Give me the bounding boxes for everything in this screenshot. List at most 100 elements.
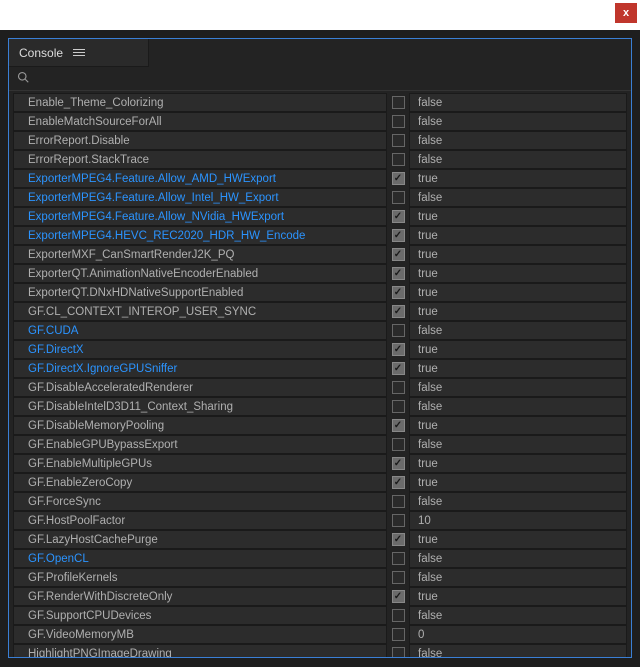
property-name[interactable]: ExporterMPEG4.Feature.Allow_Intel_HW_Exp… [13, 188, 387, 207]
property-name[interactable]: ExporterMPEG4.Feature.Allow_NVidia_HWExp… [13, 207, 387, 226]
property-name[interactable]: GF.SupportCPUDevices [13, 606, 387, 625]
property-name[interactable]: GF.DirectX.IgnoreGPUSniffer [13, 359, 387, 378]
property-checkbox[interactable] [392, 533, 405, 546]
property-checkbox[interactable] [392, 362, 405, 375]
property-value[interactable]: true [409, 264, 627, 283]
property-name[interactable]: GF.CL_CONTEXT_INTEROP_USER_SYNC [13, 302, 387, 321]
property-checkbox[interactable] [392, 476, 405, 489]
property-checkbox[interactable] [392, 305, 405, 318]
property-checkbox[interactable] [392, 267, 405, 280]
property-checkbox[interactable] [392, 628, 405, 641]
property-checkbox[interactable] [392, 590, 405, 603]
property-name[interactable]: ExporterMPEG4.Feature.Allow_AMD_HWExport [13, 169, 387, 188]
property-checkbox[interactable] [392, 191, 405, 204]
search-input[interactable] [35, 72, 623, 86]
property-name[interactable]: GF.EnableMultipleGPUs [13, 454, 387, 473]
table-row: GF.HostPoolFactor 10 [13, 511, 627, 530]
table-row: ExporterQT.DNxHDNativeSupportEnabled true [13, 283, 627, 302]
property-checkbox[interactable] [392, 419, 405, 432]
property-value[interactable]: false [409, 606, 627, 625]
property-value[interactable]: false [409, 93, 627, 112]
property-value[interactable]: false [409, 188, 627, 207]
property-checkbox[interactable] [392, 343, 405, 356]
property-value[interactable]: true [409, 530, 627, 549]
property-value[interactable]: true [409, 473, 627, 492]
property-value[interactable]: false [409, 492, 627, 511]
property-checkbox[interactable] [392, 400, 405, 413]
property-checkbox[interactable] [392, 438, 405, 451]
checkbox-cell [391, 153, 405, 166]
table-row: ErrorReport.Disable false [13, 131, 627, 150]
property-name[interactable]: ExporterQT.AnimationNativeEncoderEnabled [13, 264, 387, 283]
property-checkbox[interactable] [392, 552, 405, 565]
property-checkbox[interactable] [392, 153, 405, 166]
property-name[interactable]: ExporterMXF_CanSmartRenderJ2K_PQ [13, 245, 387, 264]
property-value[interactable]: false [409, 435, 627, 454]
property-name[interactable]: GF.VideoMemoryMB [13, 625, 387, 644]
property-checkbox[interactable] [392, 172, 405, 185]
property-checkbox[interactable] [392, 248, 405, 261]
property-value[interactable]: true [409, 169, 627, 188]
property-value[interactable]: false [409, 397, 627, 416]
property-name[interactable]: GF.DisableIntelD3D11_Context_Sharing [13, 397, 387, 416]
property-name[interactable]: GF.OpenCL [13, 549, 387, 568]
property-checkbox[interactable] [392, 115, 405, 128]
property-checkbox[interactable] [392, 286, 405, 299]
property-value[interactable]: 0 [409, 625, 627, 644]
property-name[interactable]: ErrorReport.StackTrace [13, 150, 387, 169]
property-name[interactable]: GF.ProfileKernels [13, 568, 387, 587]
menu-icon[interactable] [73, 49, 85, 56]
property-name[interactable]: HighlightPNGImageDrawing [13, 644, 387, 657]
property-value[interactable]: true [409, 207, 627, 226]
property-name[interactable]: GF.DisableAcceleratedRenderer [13, 378, 387, 397]
property-value[interactable]: false [409, 568, 627, 587]
property-checkbox[interactable] [392, 457, 405, 470]
property-value[interactable]: true [409, 587, 627, 606]
property-name[interactable]: GF.EnableGPUBypassExport [13, 435, 387, 454]
property-checkbox[interactable] [392, 324, 405, 337]
property-value[interactable]: false [409, 150, 627, 169]
panel-title: Console [19, 46, 63, 60]
property-value[interactable]: true [409, 245, 627, 264]
property-name[interactable]: Enable_Theme_Colorizing [13, 93, 387, 112]
property-checkbox[interactable] [392, 96, 405, 109]
property-name[interactable]: GF.LazyHostCachePurge [13, 530, 387, 549]
property-name[interactable]: ExporterMPEG4.HEVC_REC2020_HDR_HW_Encode [13, 226, 387, 245]
property-checkbox[interactable] [392, 514, 405, 527]
property-value[interactable]: false [409, 321, 627, 340]
property-name[interactable]: GF.RenderWithDiscreteOnly [13, 587, 387, 606]
property-value[interactable]: true [409, 226, 627, 245]
property-checkbox[interactable] [392, 647, 405, 657]
property-name[interactable]: GF.ForceSync [13, 492, 387, 511]
property-value[interactable]: false [409, 131, 627, 150]
property-name[interactable]: GF.CUDA [13, 321, 387, 340]
property-value[interactable]: false [409, 378, 627, 397]
property-value[interactable]: true [409, 416, 627, 435]
table-row: GF.EnableMultipleGPUs true [13, 454, 627, 473]
property-name[interactable]: ExporterQT.DNxHDNativeSupportEnabled [13, 283, 387, 302]
property-value[interactable]: true [409, 302, 627, 321]
property-value[interactable]: false [409, 549, 627, 568]
property-value[interactable]: true [409, 283, 627, 302]
property-name[interactable]: GF.DirectX [13, 340, 387, 359]
property-name[interactable]: ErrorReport.Disable [13, 131, 387, 150]
property-checkbox[interactable] [392, 495, 405, 508]
property-checkbox[interactable] [392, 210, 405, 223]
property-name[interactable]: EnableMatchSourceForAll [13, 112, 387, 131]
table-row: HighlightPNGImageDrawing false [13, 644, 627, 657]
close-button[interactable]: x [615, 3, 637, 23]
property-checkbox[interactable] [392, 229, 405, 242]
property-value[interactable]: true [409, 359, 627, 378]
property-value[interactable]: false [409, 644, 627, 657]
property-value[interactable]: 10 [409, 511, 627, 530]
property-value[interactable]: true [409, 454, 627, 473]
property-value[interactable]: true [409, 340, 627, 359]
property-name[interactable]: GF.EnableZeroCopy [13, 473, 387, 492]
property-checkbox[interactable] [392, 381, 405, 394]
property-name[interactable]: GF.HostPoolFactor [13, 511, 387, 530]
property-name[interactable]: GF.DisableMemoryPooling [13, 416, 387, 435]
property-checkbox[interactable] [392, 134, 405, 147]
property-value[interactable]: false [409, 112, 627, 131]
property-checkbox[interactable] [392, 571, 405, 584]
property-checkbox[interactable] [392, 609, 405, 622]
